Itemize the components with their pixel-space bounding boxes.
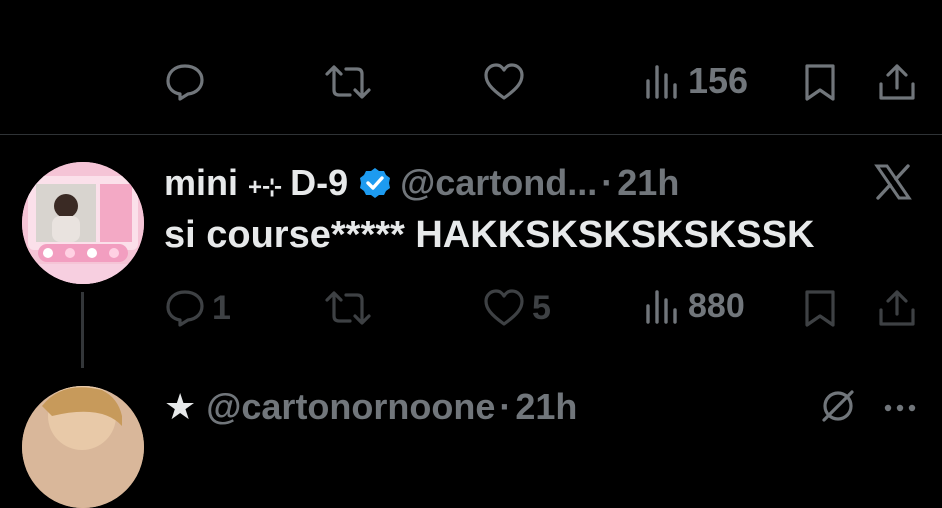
- bookmark-icon: [802, 62, 838, 102]
- share-icon: [876, 288, 918, 328]
- views-button[interactable]: 880: [644, 286, 745, 326]
- name-sparkle: +⊹: [248, 173, 283, 201]
- retweet-icon: [324, 62, 372, 102]
- like-count: 5: [532, 288, 551, 327]
- like-icon: [482, 288, 526, 328]
- share-icon: [876, 62, 918, 102]
- like-button[interactable]: [482, 62, 526, 102]
- tweet-time[interactable]: 21h: [617, 162, 679, 204]
- separator-dot: ·: [601, 162, 614, 203]
- next-tweet-header: ★ @cartonornoone · 21h: [164, 384, 577, 430]
- bookmark-button[interactable]: [802, 288, 838, 328]
- views-count: 156: [688, 60, 749, 101]
- share-button[interactable]: [876, 288, 918, 328]
- reply-count: 1: [212, 288, 231, 327]
- verified-badge-icon: [358, 166, 392, 200]
- views-button[interactable]: 156: [644, 60, 748, 102]
- views-icon: [644, 286, 680, 326]
- name-suffix[interactable]: D-9: [290, 162, 348, 204]
- next-tweet-avatar[interactable]: [22, 386, 144, 508]
- reply-button[interactable]: 1: [164, 288, 231, 328]
- like-icon: [482, 62, 526, 102]
- like-button[interactable]: 5: [482, 288, 551, 328]
- reply-button[interactable]: [164, 62, 206, 102]
- tweet-text: si course***** HAKKSKSKSKSKSSK: [164, 214, 815, 256]
- reply-icon: [164, 288, 206, 328]
- bookmark-button[interactable]: [802, 62, 838, 102]
- user-handle[interactable]: @cartond...: [400, 162, 597, 204]
- retweet-icon: [324, 288, 372, 328]
- grok-icon[interactable]: [818, 386, 858, 431]
- tweet-action-bar: 1 5 880: [0, 280, 942, 336]
- avatar[interactable]: [22, 162, 144, 284]
- retweet-button[interactable]: [324, 62, 372, 102]
- more-icon[interactable]: [880, 386, 920, 431]
- views-icon: [644, 61, 680, 101]
- share-button[interactable]: [876, 62, 918, 102]
- retweet-button[interactable]: [324, 288, 372, 328]
- display-name[interactable]: mini: [164, 162, 238, 204]
- x-logo-icon[interactable]: [873, 162, 913, 207]
- views-count: 880: [688, 286, 745, 325]
- tweet-header: mini +⊹ D-9 @cartond... · 21h: [164, 160, 679, 206]
- previous-tweet-action-bar: 156: [0, 50, 942, 114]
- reply-icon: [164, 62, 206, 102]
- tweet-divider: [0, 134, 942, 135]
- bookmark-icon: [802, 288, 838, 328]
